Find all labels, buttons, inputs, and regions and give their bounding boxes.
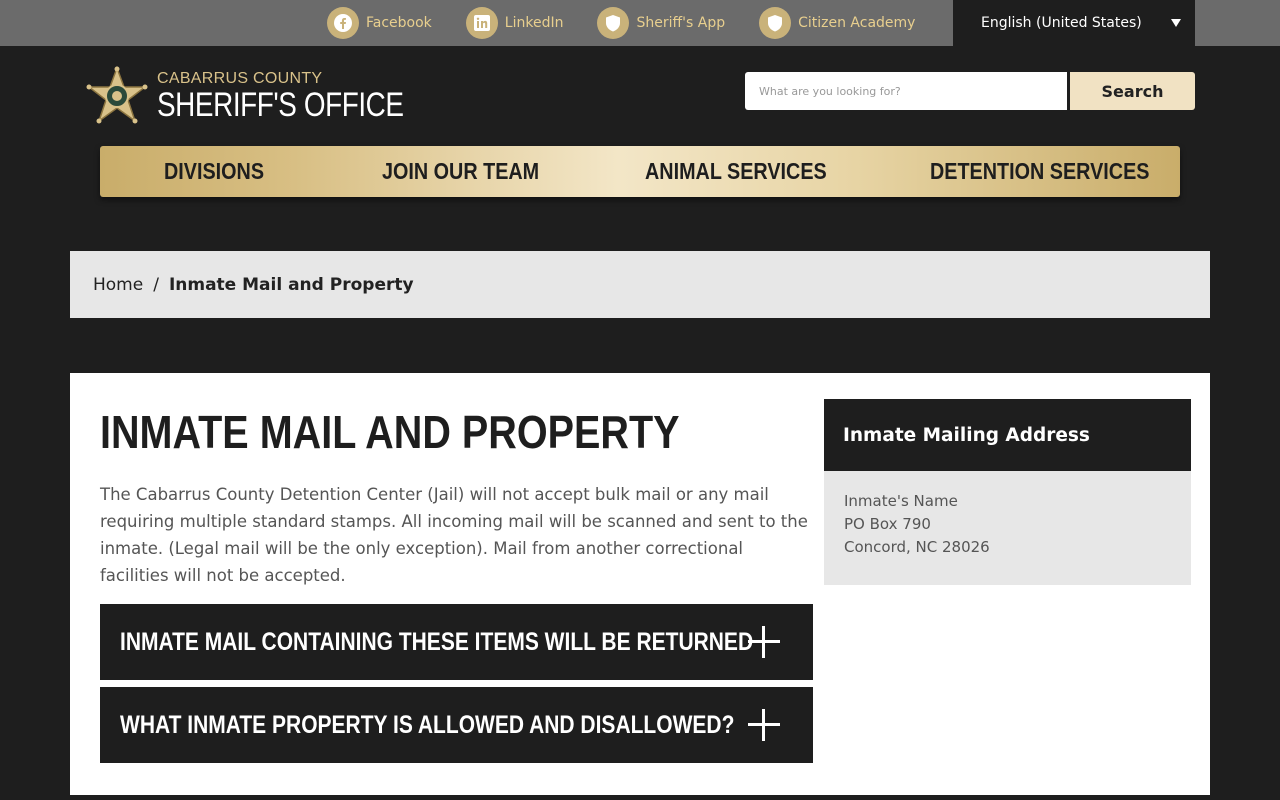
citizen-academy-link[interactable]: Citizen Academy	[759, 7, 915, 39]
shield-icon	[597, 7, 630, 39]
sheriffs-app-label: Sheriff's App	[636, 15, 726, 31]
plus-icon	[748, 709, 780, 741]
mailing-address-body: Inmate's Name PO Box 790 Concord, NC 280…	[824, 471, 1191, 585]
language-label: English (United States)	[981, 15, 1142, 31]
intro-paragraph: The Cabarrus County Detention Center (Ja…	[100, 485, 808, 585]
site-logo[interactable]: CABARRUS COUNTY SHERIFF'S OFFICE	[84, 66, 458, 128]
nav-animal-services[interactable]: ANIMAL SERVICES	[645, 146, 827, 197]
sheriffs-app-link[interactable]: Sheriff's App	[597, 7, 725, 39]
main-nav: DIVISIONS JOIN OUR TEAM ANIMAL SERVICES …	[100, 146, 1180, 197]
nav-join-our-team[interactable]: JOIN OUR TEAM	[382, 146, 539, 197]
linkedin-label: LinkedIn	[504, 15, 564, 31]
accordion-label: INMATE MAIL CONTAINING THESE ITEMS WILL …	[120, 627, 754, 656]
chevron-down-icon	[1171, 19, 1181, 27]
linkedin-icon	[465, 7, 498, 39]
accordion-property-allowed[interactable]: WHAT INMATE PROPERTY IS ALLOWED AND DISA…	[100, 687, 813, 763]
facebook-label: Facebook	[366, 15, 432, 31]
logo-office: SHERIFF'S OFFICE	[157, 86, 404, 124]
linkedin-link[interactable]: LinkedIn	[465, 7, 564, 39]
sheriff-star-icon	[86, 66, 148, 124]
plus-icon	[748, 626, 780, 658]
accordion-label: WHAT INMATE PROPERTY IS ALLOWED AND DISA…	[120, 710, 735, 739]
language-select[interactable]: English (United States)	[953, 0, 1195, 46]
search-button[interactable]: Search	[1070, 72, 1195, 110]
logo-text: CABARRUS COUNTY SHERIFF'S OFFICE	[157, 70, 458, 124]
breadcrumb-separator: /	[153, 274, 159, 295]
social-links: Facebook LinkedIn Sheriff's App Citizen …	[327, 0, 949, 46]
page-title: INMATE MAIL AND PROPERTY	[100, 406, 680, 458]
nav-divisions[interactable]: DIVISIONS	[164, 146, 264, 197]
search-input[interactable]	[745, 72, 1067, 110]
shield-icon	[759, 7, 792, 39]
address-line-name: Inmate's Name	[844, 492, 958, 510]
facebook-link[interactable]: Facebook	[327, 7, 432, 39]
content-panel: INMATE MAIL AND PROPERTY The Cabarrus Co…	[70, 373, 1210, 795]
accordion-mail-returned[interactable]: INMATE MAIL CONTAINING THESE ITEMS WILL …	[100, 604, 813, 680]
breadcrumb-home[interactable]: Home	[93, 275, 143, 295]
breadcrumb-current: Inmate Mail and Property	[168, 274, 414, 295]
address-line-city: Concord, NC 28026	[844, 538, 990, 556]
nav-detention-services[interactable]: DETENTION SERVICES	[930, 146, 1149, 197]
breadcrumb: Home / Inmate Mail and Property	[70, 251, 1210, 318]
logo-county: CABARRUS COUNTY	[157, 70, 323, 87]
address-line-pobox: PO Box 790	[844, 515, 931, 533]
citizen-academy-label: Citizen Academy	[798, 15, 916, 31]
mailing-address-heading: Inmate Mailing Address	[824, 399, 1191, 471]
facebook-icon	[327, 7, 359, 39]
top-utility-bar: Facebook LinkedIn Sheriff's App Citizen …	[0, 0, 1280, 46]
